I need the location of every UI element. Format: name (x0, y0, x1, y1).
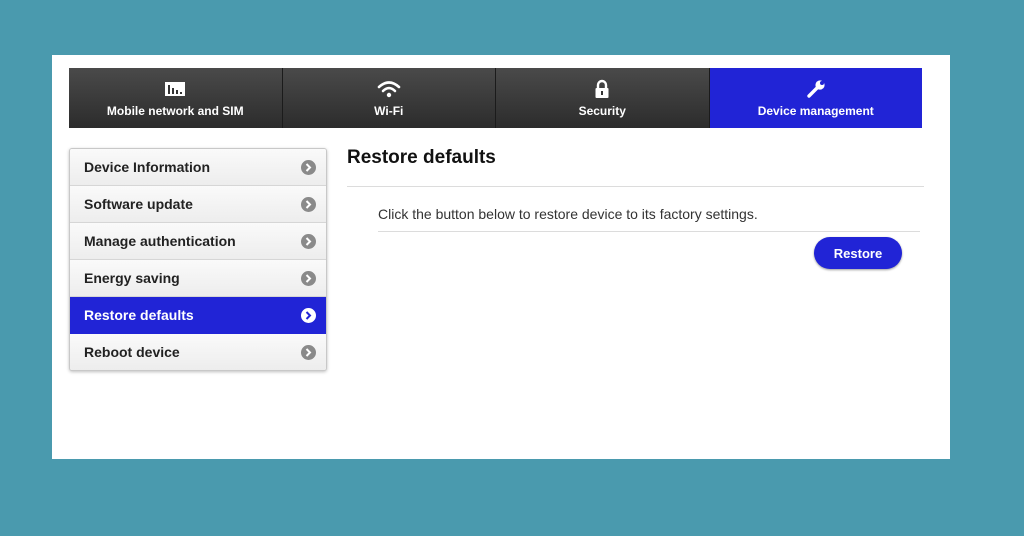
main-panel: Mobile network and SIM Wi-Fi Security De… (52, 55, 950, 459)
chevron-right-icon (301, 159, 316, 175)
sidebar-menu: Device Information Software update Manag… (69, 148, 327, 371)
sidebar-item-device-information[interactable]: Device Information (70, 149, 326, 186)
chevron-right-icon (301, 233, 316, 249)
tab-label: Security (578, 104, 626, 118)
top-navigation: Mobile network and SIM Wi-Fi Security De… (69, 68, 922, 128)
tab-mobile-network-and-sim[interactable]: Mobile network and SIM (69, 68, 283, 128)
chevron-right-icon (301, 344, 316, 360)
sim-card-icon (164, 78, 186, 100)
chevron-right-icon (301, 270, 316, 286)
wrench-icon (806, 78, 826, 100)
restore-button[interactable]: Restore (814, 237, 902, 269)
sidebar-item-label: Energy saving (84, 270, 180, 286)
sidebar-item-label: Manage authentication (84, 233, 236, 249)
sidebar-item-restore-defaults[interactable]: Restore defaults (70, 297, 326, 334)
sidebar-item-label: Restore defaults (84, 307, 194, 323)
chevron-right-icon (301, 196, 316, 212)
sidebar-item-software-update[interactable]: Software update (70, 186, 326, 223)
sidebar-item-label: Software update (84, 196, 193, 212)
sidebar-item-manage-authentication[interactable]: Manage authentication (70, 223, 326, 260)
divider (347, 186, 924, 187)
divider (378, 231, 920, 232)
tab-wifi[interactable]: Wi-Fi (283, 68, 496, 128)
page-title: Restore defaults (347, 147, 496, 168)
restore-description: Click the button below to restore device… (378, 206, 758, 222)
tab-label: Mobile network and SIM (106, 104, 244, 118)
tab-label: Wi-Fi (374, 104, 404, 118)
sidebar-item-reboot-device[interactable]: Reboot device (70, 334, 326, 370)
sidebar-item-label: Device Information (84, 159, 211, 175)
chevron-right-icon (301, 307, 316, 323)
tab-security[interactable]: Security (496, 68, 710, 128)
sidebar-item-energy-saving[interactable]: Energy saving (70, 260, 326, 297)
sidebar-item-label: Reboot device (84, 344, 180, 360)
tab-device-management[interactable]: Device management (709, 68, 922, 128)
tab-label: Device management (757, 104, 874, 118)
lock-icon (594, 78, 610, 100)
content-area: Restore defaults Click the button below … (347, 145, 924, 269)
wifi-icon (377, 78, 401, 100)
